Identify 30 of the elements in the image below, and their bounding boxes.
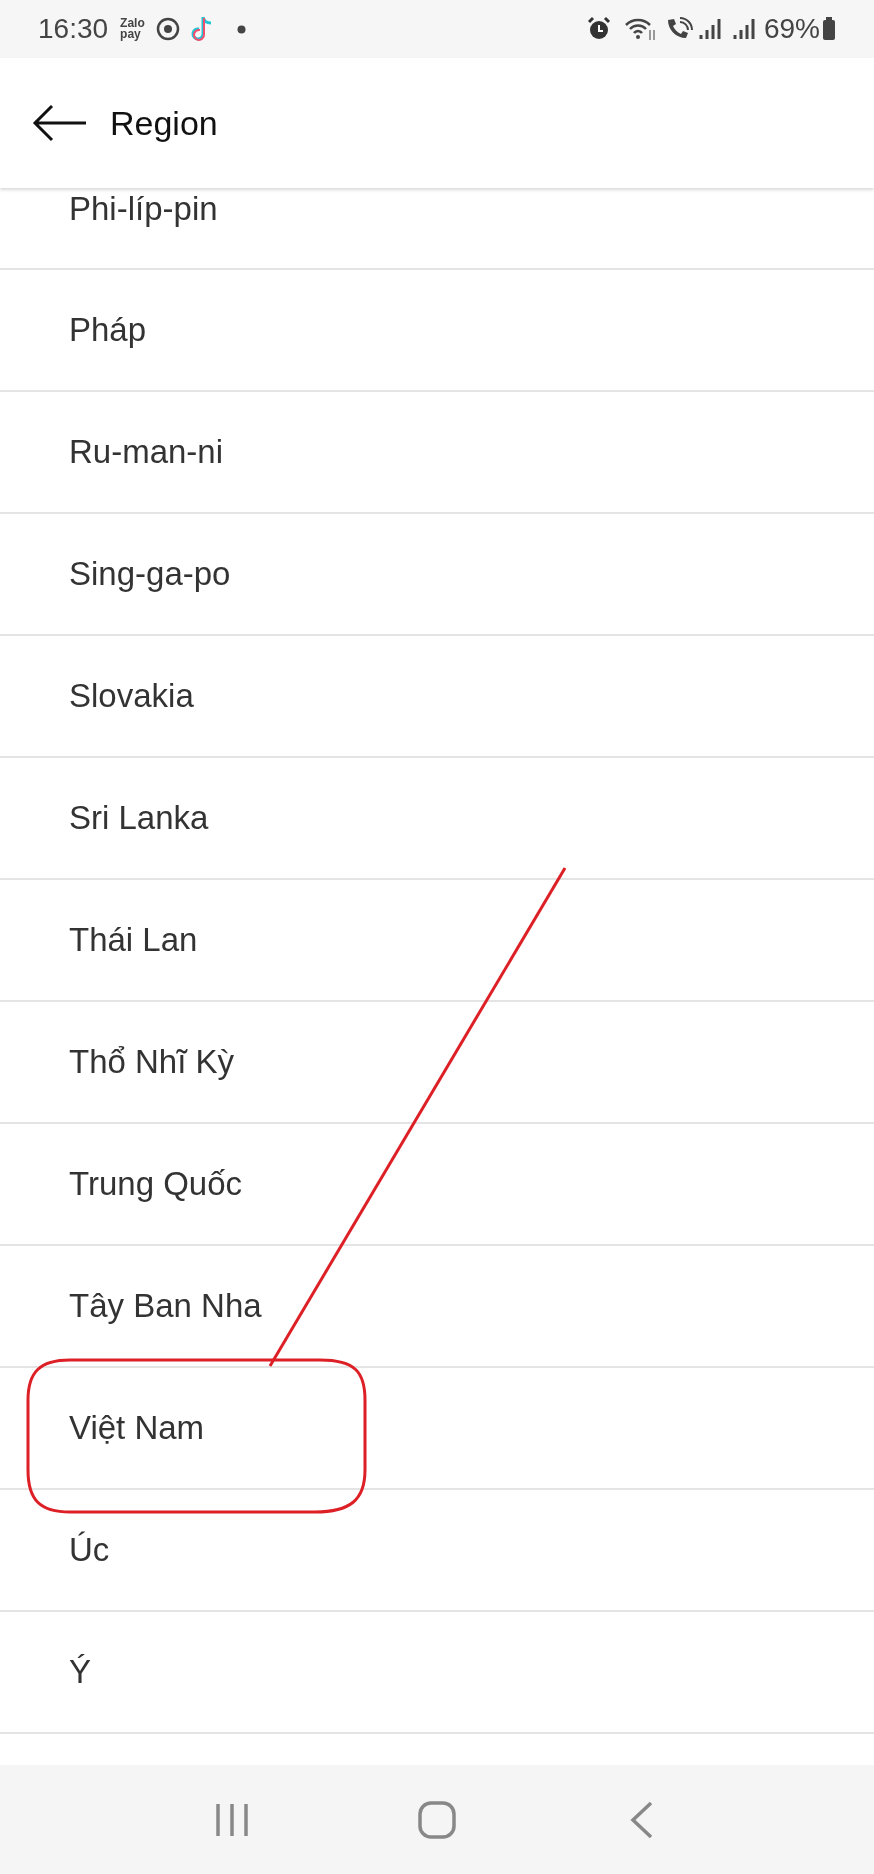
signal-icon (731, 17, 756, 41)
back-arrow-icon (32, 104, 88, 142)
region-item[interactable]: Ru-man-ni (0, 392, 874, 514)
page-title: Region (110, 102, 218, 144)
region-item[interactable]: Thổ Nhĩ Kỳ (0, 1002, 874, 1124)
alarm-icon (585, 16, 612, 42)
region-item[interactable]: Tây Ban Nha (0, 1246, 874, 1368)
clock-time: 16:30 (38, 12, 109, 46)
region-item[interactable]: Thái Lan (0, 880, 874, 1002)
target-icon (154, 16, 181, 42)
region-item[interactable]: Sri Lanka (0, 758, 874, 880)
chevron-left-icon (629, 1800, 654, 1839)
region-item[interactable]: Phi-líp-pin (0, 188, 874, 270)
signal-icon (697, 17, 722, 41)
region-item[interactable]: Trung Quốc (0, 1124, 874, 1246)
zalo-pay-icon: Zalo pay (120, 18, 145, 40)
wifi-icon (623, 16, 658, 42)
region-item[interactable]: Slovakia (0, 636, 874, 758)
region-item[interactable]: Ý (0, 1612, 874, 1734)
region-item[interactable]: Việt Nam (0, 1368, 874, 1490)
recent-apps-icon (215, 1801, 250, 1838)
region-item[interactable]: Sing-ga-po (0, 514, 874, 636)
home-icon (418, 1800, 456, 1839)
region-item[interactable]: Úc (0, 1490, 874, 1612)
battery-icon (822, 17, 836, 41)
region-item[interactable]: Pháp (0, 270, 874, 392)
dot-icon (236, 24, 246, 34)
battery-percent: 69% (763, 12, 820, 46)
back-button[interactable] (32, 103, 88, 143)
home-button[interactable] (417, 1799, 457, 1840)
